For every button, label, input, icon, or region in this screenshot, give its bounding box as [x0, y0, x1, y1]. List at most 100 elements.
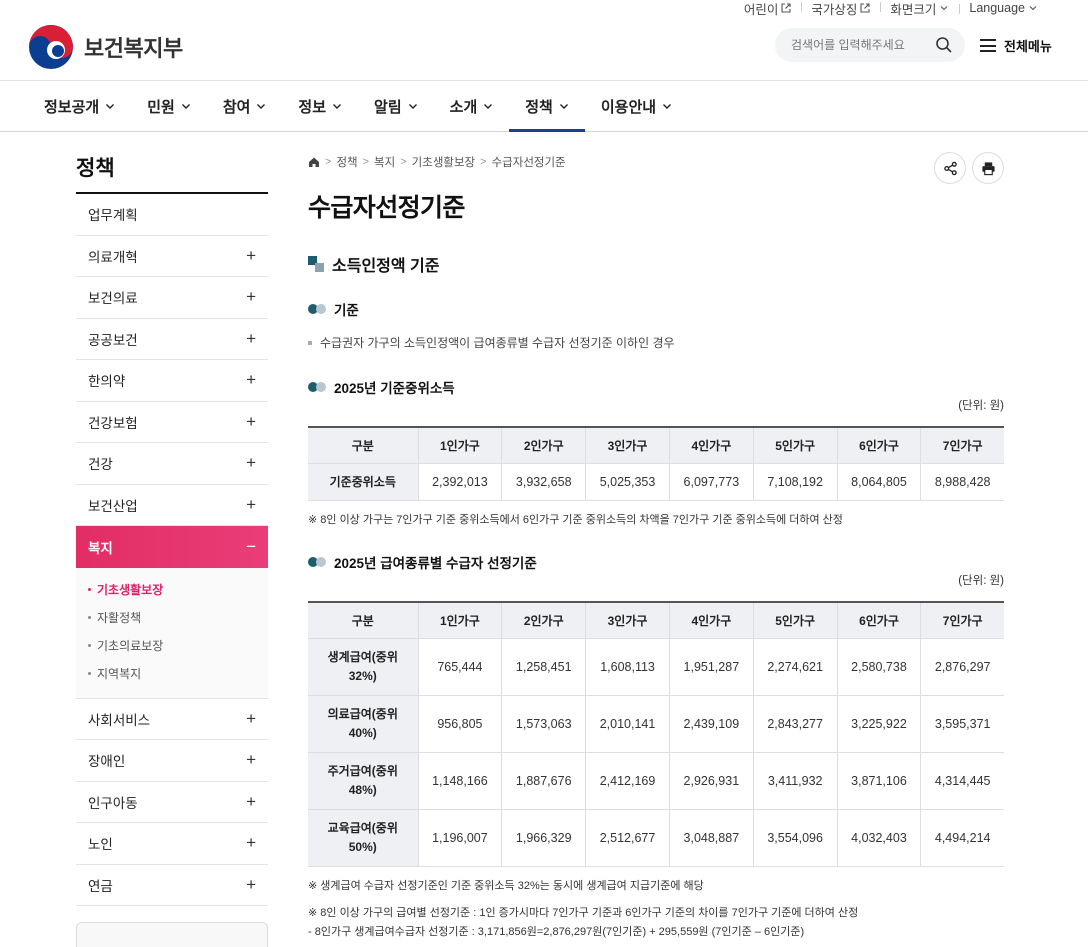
table-cell: 1,258,451: [501, 637, 587, 696]
submenu-item-self-support[interactable]: 자활정책: [88, 604, 268, 632]
submenu-item-local-welfare[interactable]: 지역복지: [88, 660, 268, 688]
chevron-down-icon: [333, 104, 342, 109]
dots-bullet-icon: [308, 557, 327, 567]
row-header: 기준중위소득: [308, 462, 419, 501]
unit-label: (단위: 원): [958, 575, 1004, 587]
breadcrumb-separator: >: [362, 156, 370, 168]
gnb-item-civil[interactable]: 민원: [131, 81, 207, 131]
plus-icon: +: [246, 791, 256, 811]
section-heading-text: 소득인정액 기준: [332, 258, 440, 275]
sidebar-banner-box: [76, 922, 268, 947]
table-header: 구분: [308, 601, 419, 639]
table-cell: 2,392,013: [417, 462, 503, 501]
print-button[interactable]: [972, 152, 1004, 184]
search-icon[interactable]: [935, 36, 953, 54]
subsection-heading-criteria: 기준: [308, 299, 359, 319]
subsection-heading-text: 기준: [334, 303, 359, 318]
row-header: 생계급여(중위 32%): [308, 637, 419, 696]
dots-bullet-icon: [308, 382, 327, 392]
search-input[interactable]: [791, 38, 931, 52]
table-cell: 8,988,428: [920, 462, 1004, 501]
gnb-label: 소개: [449, 98, 478, 116]
sidebar-item-label: 보건의료: [88, 291, 138, 307]
sidebar-item-label: 장애인: [88, 754, 126, 770]
plus-icon: +: [246, 750, 256, 770]
table-row: 주거급여(중위 48%) 1,148,166 1,887,676 2,412,1…: [308, 751, 1004, 810]
table-header: 5인가구: [753, 601, 838, 639]
sidebar-item-public-health[interactable]: 공공보건 +: [76, 319, 268, 360]
utility-label: 화면크기: [890, 2, 937, 17]
selection-note: ※ 8인 이상 가구의 급여별 선정기준 : 1인 증가시마다 7인가구 기준과…: [308, 907, 859, 919]
plus-icon: +: [246, 874, 256, 894]
table-cell: 1,196,007: [417, 808, 503, 867]
plus-icon: +: [246, 370, 256, 390]
table-cell: 2,843,277: [752, 694, 838, 753]
sidebar-item-social-service[interactable]: 사회서비스 +: [76, 699, 268, 740]
home-icon[interactable]: [308, 156, 320, 168]
table-cell: 1,966,329: [501, 808, 587, 867]
utility-label: 국가상징: [811, 2, 858, 17]
share-button[interactable]: [934, 152, 966, 184]
breadcrumb-item[interactable]: 기초생활보장: [412, 154, 475, 170]
table-header: 4인가구: [669, 426, 754, 464]
plus-icon: +: [246, 494, 256, 514]
plus-icon: +: [246, 328, 256, 348]
table-cell: 6,097,773: [668, 462, 754, 501]
side-nav-title: 정책: [76, 152, 268, 194]
sidebar-item-work-plan[interactable]: 업무계획: [76, 194, 268, 236]
sidebar-item-medical-reform[interactable]: 의료개혁 +: [76, 236, 268, 277]
table-cell: 8,064,805: [836, 462, 922, 501]
breadcrumb-item[interactable]: 정책: [336, 154, 357, 170]
row-header: 의료급여(중위 40%): [308, 694, 419, 753]
table-cell: 2,926,931: [668, 751, 754, 810]
subsection-heading-text: 2025년 급여종류별 수급자 선정기준: [334, 556, 537, 571]
sidebar-item-label: 인구아동: [88, 795, 138, 811]
plus-icon: +: [246, 411, 256, 431]
sidebar-item-population-children[interactable]: 인구아동 +: [76, 782, 268, 823]
table-cell: 4,032,403: [836, 808, 922, 867]
sidebar-item-label: 노인: [88, 837, 113, 853]
gnb-item-policy[interactable]: 정책: [509, 81, 585, 132]
gnb-label: 정보공개: [44, 98, 100, 116]
external-link-icon: [860, 3, 870, 13]
table-cell: 1,608,113: [585, 637, 670, 696]
sidebar-item-korean-medicine[interactable]: 한의약 +: [76, 360, 268, 402]
breadcrumb-item[interactable]: 복지: [374, 154, 395, 170]
median-income-table: 구분 1인가구 2인가구 3인가구 4인가구 5인가구 6인가구 7인가구 기준…: [308, 426, 1004, 501]
sidebar-item-label: 업무계획: [88, 208, 138, 224]
utility-children[interactable]: 어린이: [734, 0, 802, 18]
utility-label: 어린이: [743, 2, 779, 17]
sidebar-item-health-insurance[interactable]: 건강보험 +: [76, 402, 268, 443]
chevron-down-icon: [663, 104, 672, 109]
gnb-item-about[interactable]: 소개: [434, 81, 510, 131]
table-cell: 3,411,932: [752, 751, 838, 810]
gnb-item-guide[interactable]: 이용안내: [585, 81, 688, 131]
gnb-item-information[interactable]: 정보: [282, 81, 358, 131]
chevron-down-icon: [484, 104, 493, 109]
utility-screen-size[interactable]: 화면크기: [880, 0, 959, 18]
search-box[interactable]: [775, 28, 965, 62]
utility-national-symbol[interactable]: 국가상징: [801, 0, 880, 18]
gnb-item-participation[interactable]: 참여: [207, 81, 283, 131]
sidebar-item-health-medical[interactable]: 보건의료 +: [76, 277, 268, 319]
sidebar-item-health-industry[interactable]: 보건산업 +: [76, 485, 268, 526]
site-logo[interactable]: 보건복지부: [28, 24, 183, 70]
gnb-item-notice[interactable]: 알림: [358, 81, 434, 131]
gnb-label: 정보: [298, 98, 327, 116]
all-menu-button[interactable]: 전체메뉴: [980, 36, 1052, 55]
sidebar-item-pension[interactable]: 연금 +: [76, 865, 268, 906]
table-cell: 2,512,677: [585, 808, 670, 867]
table-header: 구분: [308, 426, 419, 464]
unit-label: (단위: 원): [958, 400, 1004, 412]
square-bullet-icon: [308, 256, 324, 272]
breadcrumb-separator: >: [325, 156, 332, 168]
sidebar-item-health[interactable]: 건강 +: [76, 443, 268, 485]
subsection-heading-selection: 2025년 급여종류별 수급자 선정기준: [308, 552, 537, 572]
submenu-item-medical-aid[interactable]: 기초의료보장: [88, 632, 268, 660]
sidebar-item-disabled[interactable]: 장애인 +: [76, 740, 268, 782]
submenu-item-basic-livelihood[interactable]: 기초생활보장: [88, 576, 268, 604]
sidebar-item-elderly[interactable]: 노인 +: [76, 823, 268, 865]
gnb-item-info-disclosure[interactable]: 정보공개: [28, 81, 131, 131]
utility-language[interactable]: Language: [959, 1, 1048, 15]
sidebar-item-welfare[interactable]: 복지 −: [76, 526, 268, 568]
